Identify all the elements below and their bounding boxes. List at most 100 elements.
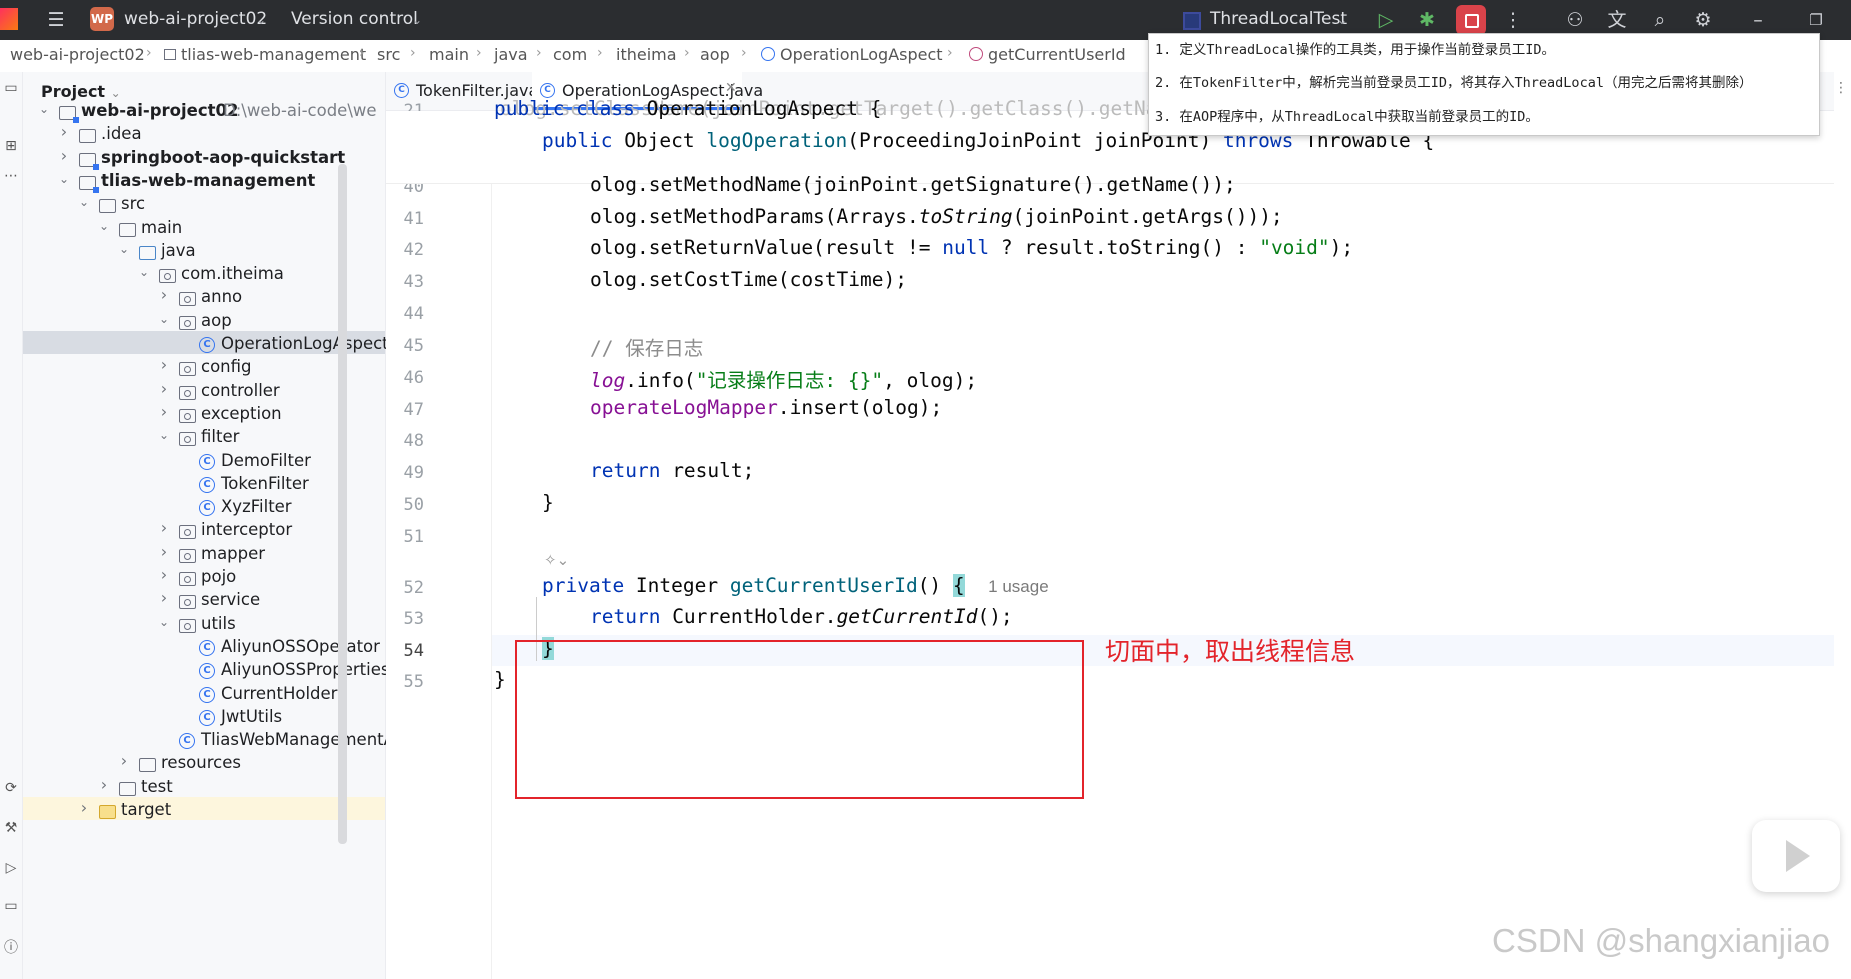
tree-item[interactable]: C JwtUtils — [23, 704, 385, 727]
line-number[interactable]: 53 — [386, 609, 424, 629]
breadcrumb-item[interactable]: itheima — [616, 45, 677, 64]
chevron-right-icon[interactable]: › — [157, 542, 171, 561]
tree-item[interactable]: C AliyunOSSProperties — [23, 657, 389, 680]
video-play-button[interactable] — [1752, 820, 1840, 892]
breadcrumb-item[interactable]: src — [377, 45, 400, 64]
breadcrumb-item[interactable]: main — [429, 45, 469, 64]
chevron-down-icon[interactable]: ⌄ — [117, 242, 131, 256]
translate-icon[interactable]: 文 — [1605, 8, 1629, 32]
breadcrumb-item[interactable]: java — [494, 45, 528, 64]
breadcrumb-item[interactable]: web-ai-project02 — [10, 45, 145, 64]
chevron-down-icon[interactable]: ⌄ — [157, 615, 171, 629]
line-number[interactable]: 55 — [386, 672, 424, 692]
chevron-right-icon[interactable]: › — [57, 122, 71, 141]
line-number[interactable]: 50 — [386, 495, 424, 515]
problems-tool-icon[interactable]: ⓘ — [0, 937, 22, 957]
line-number[interactable]: 42 — [386, 240, 424, 260]
minimize-icon[interactable]: – — [1746, 8, 1770, 32]
chevron-down-icon[interactable]: ⌄ — [77, 195, 91, 209]
breadcrumb-item[interactable]: getCurrentUserId — [969, 45, 1126, 64]
tree-item[interactable]: › resources — [23, 750, 385, 773]
chevron-right-icon[interactable]: › — [157, 355, 171, 374]
tree-item[interactable]: › exception — [23, 401, 385, 424]
chevron-right-icon[interactable]: › — [77, 798, 91, 817]
tree-item[interactable]: › anno — [23, 284, 385, 307]
run-tool-icon[interactable]: ▷ — [0, 860, 22, 876]
run-config-selector[interactable]: ThreadLocalTest — [1210, 9, 1347, 29]
chevron-down-icon[interactable]: ⌄ — [157, 312, 171, 326]
tree-item[interactable]: › interceptor — [23, 517, 385, 540]
tree-item[interactable]: CTliasWebManagementApplication — [23, 727, 476, 750]
tree-item[interactable]: ⌄ com.itheima — [23, 261, 385, 284]
build-tool-icon[interactable]: ⚒ — [0, 820, 22, 836]
chevron-down-icon[interactable]: ⌄ — [57, 172, 71, 186]
line-number[interactable]: 46 — [386, 368, 424, 388]
tree-item[interactable]: C OperationLogAspect — [23, 331, 389, 355]
chevron-right-icon[interactable]: › — [157, 588, 171, 607]
chevron-right-icon[interactable]: › — [157, 402, 171, 421]
restore-icon[interactable]: ❐ — [1804, 8, 1828, 32]
breadcrumb-item[interactable]: tlias-web-management — [164, 45, 366, 64]
chevron-down-icon[interactable]: ⌄ — [37, 102, 51, 116]
chevron-right-icon[interactable]: › — [57, 146, 71, 165]
run-config-icon[interactable] — [1183, 12, 1201, 30]
chevron-right-icon[interactable]: › — [157, 379, 171, 398]
chevron-right-icon[interactable]: › — [97, 775, 111, 794]
tree-scrollbar[interactable] — [338, 164, 347, 844]
usage-hint[interactable]: 1 usage — [988, 577, 1049, 596]
line-number[interactable]: 51 — [386, 527, 424, 547]
chevron-down-icon[interactable]: ⌄ — [97, 219, 111, 233]
debug-icon[interactable]: ✱ — [1415, 8, 1439, 32]
account-icon[interactable]: ⚇ — [1563, 8, 1587, 32]
project-badge[interactable]: WP — [90, 7, 114, 31]
tree-item[interactable]: C TokenFilter — [23, 471, 385, 494]
search-icon[interactable]: ⌕ — [1648, 8, 1672, 32]
tree-item[interactable]: ⌄ web-ai-project02 D:\web-ai-code\we — [23, 98, 385, 123]
tree-item[interactable]: › controller — [23, 378, 385, 401]
tree-item[interactable]: ⌄ aop — [23, 308, 385, 331]
tree-item[interactable]: › target — [23, 797, 385, 821]
main-menu-icon[interactable]: ☰ — [44, 8, 68, 32]
tree-item[interactable]: ⌄ main — [23, 215, 385, 238]
chevron-down-icon[interactable]: ⌄ — [137, 265, 151, 279]
tree-item[interactable]: ⌄ tlias-web-management — [23, 168, 385, 193]
tree-item[interactable]: ⌄ filter — [23, 424, 385, 447]
line-number[interactable]: 44 — [386, 304, 424, 324]
line-number[interactable]: 43 — [386, 272, 424, 292]
settings-gear-icon[interactable]: ⚙ — [1691, 8, 1715, 32]
tree-item[interactable]: C XyzFilter — [23, 494, 385, 517]
tree-item[interactable]: ⌄ utils — [23, 611, 385, 634]
tree-item[interactable]: › service — [23, 587, 385, 610]
line-number[interactable]: 45 — [386, 336, 424, 356]
line-number[interactable]: 54 — [386, 641, 424, 661]
chevron-down-icon[interactable]: ⌄ — [412, 13, 422, 27]
tree-item[interactable]: ⌄ java — [23, 238, 385, 261]
chevron-right-icon[interactable]: › — [157, 285, 171, 304]
line-number[interactable]: 47 — [386, 400, 424, 420]
stop-button[interactable] — [1456, 5, 1486, 35]
tree-item[interactable]: C CurrentHolder — [23, 681, 385, 704]
notifications-icon[interactable]: ⋮ — [1834, 80, 1848, 96]
breadcrumb-item[interactable]: OperationLogAspect — [761, 45, 943, 64]
version-control-menu[interactable]: Version control — [291, 9, 418, 29]
tree-item[interactable]: › config — [23, 354, 385, 377]
terminal-tool-icon[interactable]: ▭ — [0, 898, 22, 914]
line-number[interactable]: 52 — [386, 578, 424, 598]
tree-item[interactable]: › mapper — [23, 541, 385, 564]
structure-tool-icon[interactable]: ⊞ — [0, 138, 22, 154]
chevron-down-icon[interactable]: ⌄ — [256, 13, 266, 27]
chevron-right-icon[interactable]: › — [157, 518, 171, 537]
tree-item[interactable]: C DemoFilter — [23, 448, 385, 471]
line-number[interactable]: 48 — [386, 431, 424, 451]
services-tool-icon[interactable]: ⟳ — [0, 780, 22, 796]
tree-item[interactable]: › springboot-aop-quickstart — [23, 145, 385, 170]
chevron-right-icon[interactable]: › — [157, 565, 171, 584]
ai-assist-icon[interactable]: ✧⌄ — [544, 551, 569, 569]
intellij-logo-icon[interactable] — [0, 8, 18, 30]
tree-item[interactable]: › .idea — [23, 121, 385, 144]
breadcrumb-item[interactable]: aop — [700, 45, 730, 64]
more-icon[interactable]: ⋮ — [1501, 8, 1525, 32]
run-icon[interactable]: ▷ — [1374, 8, 1398, 32]
chevron-right-icon[interactable]: › — [117, 751, 131, 770]
line-number[interactable]: 41 — [386, 209, 424, 229]
